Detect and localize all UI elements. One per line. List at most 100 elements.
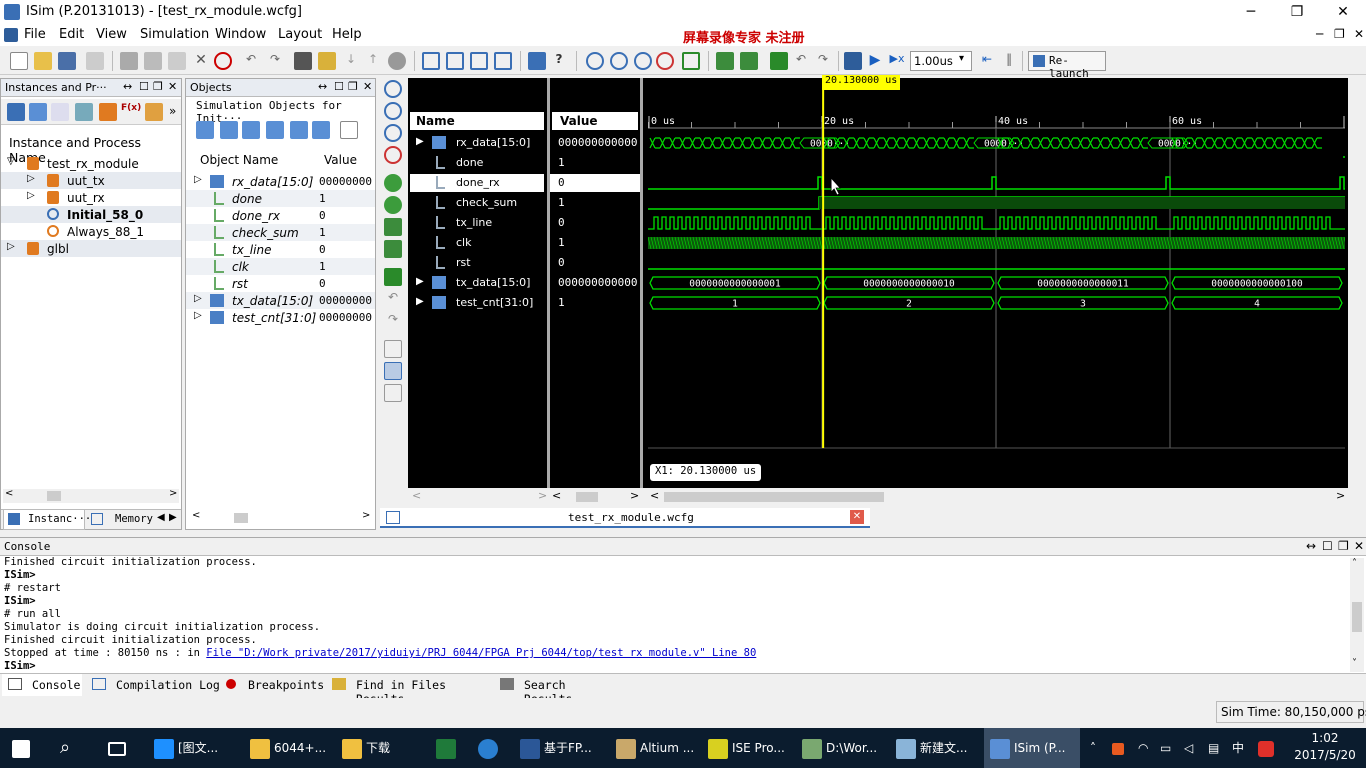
minimize-button[interactable]: ─: [1228, 0, 1274, 24]
wave-scroll-thumb[interactable]: [664, 492, 884, 502]
zoom-in-icon[interactable]: [586, 52, 604, 70]
tree-item-uut-rx[interactable]: ▷ uut_rx: [1, 189, 181, 206]
pause-icon[interactable]: ‖: [1000, 52, 1018, 70]
task-filter-icon[interactable]: [145, 103, 163, 121]
object-row-tx-data[interactable]: ▷ tx_data[15:0] 00000000: [186, 292, 375, 309]
menu-view[interactable]: View: [96, 27, 127, 42]
scroll-right-icon[interactable]: >: [538, 489, 547, 502]
tab-instances[interactable]: Instanc···: [3, 510, 91, 530]
scroll-left-icon[interactable]: <: [5, 488, 13, 499]
taskbar-item-altium[interactable]: Altium ...: [616, 728, 702, 768]
print-icon[interactable]: [86, 52, 104, 70]
save-icon[interactable]: [58, 52, 76, 70]
scroll-right-icon[interactable]: >: [169, 488, 177, 499]
float-window-icon[interactable]: [494, 52, 512, 70]
console-source-link[interactable]: File "D:/Work private/2017/yiduiyi/PRJ 6…: [206, 647, 756, 659]
task-view-icon[interactable]: [108, 728, 132, 768]
previous-marker-icon[interactable]: ↶: [384, 290, 402, 308]
menu-layout[interactable]: Layout: [278, 27, 322, 42]
package-filter-icon[interactable]: [51, 103, 69, 121]
relaunch-button[interactable]: Re-launch: [1028, 51, 1106, 80]
output-filter-icon[interactable]: [220, 121, 238, 139]
wave-file-tab[interactable]: test_rx_module.wcfg ✕: [380, 508, 870, 528]
scroll-left-icon[interactable]: <: [192, 510, 200, 521]
swap-cursors-icon[interactable]: [384, 340, 402, 358]
expand-icon[interactable]: ▷: [27, 173, 35, 184]
tree-item-uut-tx[interactable]: ▷ uut_tx: [1, 172, 181, 189]
maximize-button[interactable]: ❐: [1274, 0, 1320, 24]
tab-console[interactable]: Console: [2, 674, 82, 696]
scroll-right-icon[interactable]: >: [630, 489, 639, 502]
wave-signal-row[interactable]: tx_line: [410, 214, 544, 232]
value-scroll-thumb[interactable]: [576, 492, 598, 502]
search-icon[interactable]: ⌕: [60, 728, 84, 768]
taskbar-item-new-text[interactable]: 新建文...: [896, 728, 982, 768]
step-back-icon[interactable]: ↶: [792, 52, 810, 70]
scroll-right-icon[interactable]: >: [1336, 489, 1345, 502]
restore-panel-icon[interactable]: ❐: [153, 80, 163, 93]
taskbar-item-isim[interactable]: ISim (P...: [984, 728, 1080, 768]
delete-icon[interactable]: ✕: [192, 52, 210, 70]
object-row-rx-data[interactable]: ▷ rx_data[15:0] 00000000: [186, 173, 375, 190]
console-prompt[interactable]: ISim>: [4, 660, 36, 672]
redo-icon[interactable]: ↷: [266, 52, 284, 70]
scroll-thumb[interactable]: [1352, 602, 1362, 632]
undo-icon[interactable]: ↶: [242, 52, 260, 70]
down-arrow-icon[interactable]: ↓: [342, 52, 360, 70]
new-file-icon[interactable]: [10, 52, 28, 70]
close-button[interactable]: ✕: [1320, 0, 1366, 24]
sogou-ime-icon[interactable]: [1258, 728, 1274, 768]
scroll-thumb[interactable]: [234, 513, 248, 523]
zoom-full-icon[interactable]: [384, 124, 402, 142]
next-marker-icon[interactable]: ↷: [384, 312, 402, 330]
expand-icon[interactable]: ▷: [7, 241, 15, 252]
module-filter-icon[interactable]: [29, 103, 47, 121]
maximize-panel-icon[interactable]: ☐: [1322, 539, 1333, 553]
stop-icon[interactable]: [214, 52, 232, 70]
tile-vertical-icon[interactable]: [470, 52, 488, 70]
expand-icon[interactable]: ▶: [416, 296, 424, 307]
volume-icon[interactable]: ◁: [1184, 728, 1198, 768]
taskbar-item-ie[interactable]: [图文...: [154, 728, 244, 768]
go-to-previous-icon[interactable]: [384, 174, 402, 192]
more-icon[interactable]: »: [169, 104, 176, 118]
menu-edit[interactable]: Edit: [59, 27, 84, 42]
close-panel-icon[interactable]: ✕: [1354, 539, 1364, 553]
wave-signal-row[interactable]: ▶ tx_data[15:0]: [410, 274, 544, 292]
wave-signal-row[interactable]: ▶ rx_data[15:0]: [410, 134, 544, 152]
notification-icon[interactable]: ▤: [1208, 728, 1222, 768]
copy-icon[interactable]: [144, 52, 162, 70]
waveform-canvas[interactable]: 0 us20 us40 us60 us80000···0000···0000··…: [647, 75, 1352, 488]
expand-icon[interactable]: ▷: [194, 310, 202, 321]
scroll-left-icon[interactable]: <: [650, 489, 659, 502]
network-icon[interactable]: ◠: [1138, 728, 1152, 768]
wave-signal-row[interactable]: clk: [410, 234, 544, 252]
wave-signal-row[interactable]: rst: [410, 254, 544, 272]
mdi-restore-icon[interactable]: ❐: [1334, 27, 1345, 41]
previous-transition-icon[interactable]: [384, 218, 402, 236]
object-row-done[interactable]: done 1: [186, 190, 375, 207]
object-row-rst[interactable]: rst 0: [186, 275, 375, 292]
run-for-time-icon[interactable]: ▶x: [888, 52, 906, 70]
tray-chevron-up-icon[interactable]: ˄: [1090, 728, 1102, 768]
taskbar-item-ise[interactable]: ISE Pro...: [708, 728, 794, 768]
tab-compilation-log[interactable]: Compilation Log: [90, 674, 220, 696]
expand-icon[interactable]: ▶: [416, 276, 424, 287]
taskbar-item-notepad-d[interactable]: D:\Wor...: [802, 728, 888, 768]
expand-icon[interactable]: ▷: [194, 174, 202, 185]
start-button[interactable]: [12, 728, 36, 768]
restart-sim-icon[interactable]: [844, 52, 862, 70]
context-help-icon[interactable]: ?: [550, 52, 568, 70]
tray-app-icon[interactable]: [1112, 728, 1126, 768]
battery-icon[interactable]: ▭: [1160, 728, 1174, 768]
object-row-done-rx[interactable]: done_rx 0: [186, 207, 375, 224]
step-forward-icon[interactable]: ↷: [814, 52, 832, 70]
variable-filter-icon[interactable]: [312, 121, 330, 139]
object-settings-icon[interactable]: [340, 121, 358, 139]
tab-scroll-left-icon[interactable]: ◀: [157, 512, 165, 523]
up-arrow-icon[interactable]: ↑: [364, 52, 382, 70]
tab-memory[interactable]: Memory: [89, 510, 159, 530]
object-row-test-cnt[interactable]: ▷ test_cnt[31:0] 00000000: [186, 309, 375, 326]
expand-icon[interactable]: ▷: [27, 190, 35, 201]
tree-item-always[interactable]: Always_88_1: [1, 223, 181, 240]
